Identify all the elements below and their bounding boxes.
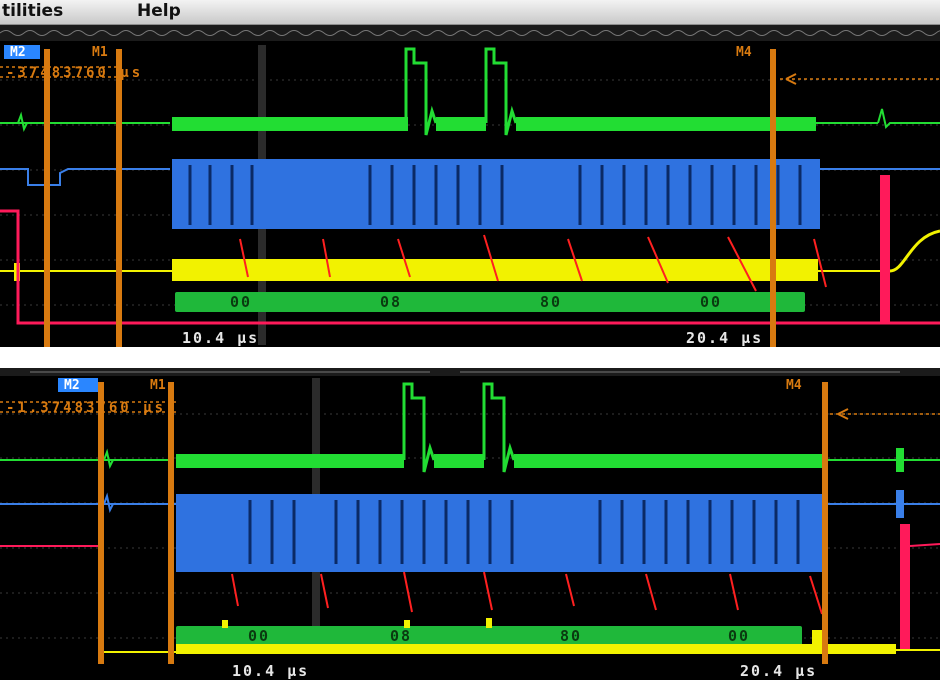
trace-blue[interactable] (0, 159, 940, 229)
panel-separator (0, 347, 940, 368)
decode-byte-1: 00 (248, 627, 270, 645)
marker-m2-label: M2 (64, 378, 80, 393)
menu-help[interactable]: Help (137, 1, 181, 21)
waveform-panel-top[interactable]: 00 08 80 00 M2 M1 M4 -37483760 µs 10.4 µ… (0, 25, 940, 347)
decode-byte-3: 80 (540, 293, 562, 311)
decode-byte-4: 00 (700, 293, 722, 311)
time-label-right: 20.4 µs (686, 329, 763, 347)
timeline-ruler[interactable] (0, 25, 940, 41)
menu-utilities[interactable]: tilities (2, 1, 63, 21)
decode-byte-2: 08 (380, 293, 402, 311)
menu-bar: tilities Help (0, 0, 940, 25)
cursor-readout: -37483760 µs (6, 65, 143, 81)
marker-m1-label: M1 (92, 45, 108, 60)
marker-m4-label: M4 (736, 45, 752, 60)
marker-m2-label: M2 (10, 45, 26, 60)
marker-m1-label: M1 (150, 378, 166, 393)
time-label-left: 10.4 µs (232, 662, 309, 680)
trace-green[interactable] (0, 382, 940, 473)
trace-blue[interactable] (0, 490, 940, 572)
decode-byte-1: 00 (230, 293, 252, 311)
timeline-ruler[interactable] (0, 368, 940, 376)
marker-m4-label: M4 (786, 378, 802, 393)
trace-yellow[interactable] (0, 229, 940, 281)
annotation-marks (231, 571, 823, 615)
cursor-readout: -1.37483760 µs (6, 400, 166, 416)
waveform-panel-bottom[interactable]: 00 08 80 00 M2 M1 M4 -1.37483760 µs 10.4… (0, 368, 940, 680)
decode-byte-2: 08 (390, 627, 412, 645)
time-label-right: 20.4 µs (740, 662, 817, 680)
decode-byte-4: 00 (728, 627, 750, 645)
time-label-left: 10.4 µs (182, 329, 259, 347)
decode-byte-3: 80 (560, 627, 582, 645)
trace-green[interactable] (0, 47, 940, 136)
